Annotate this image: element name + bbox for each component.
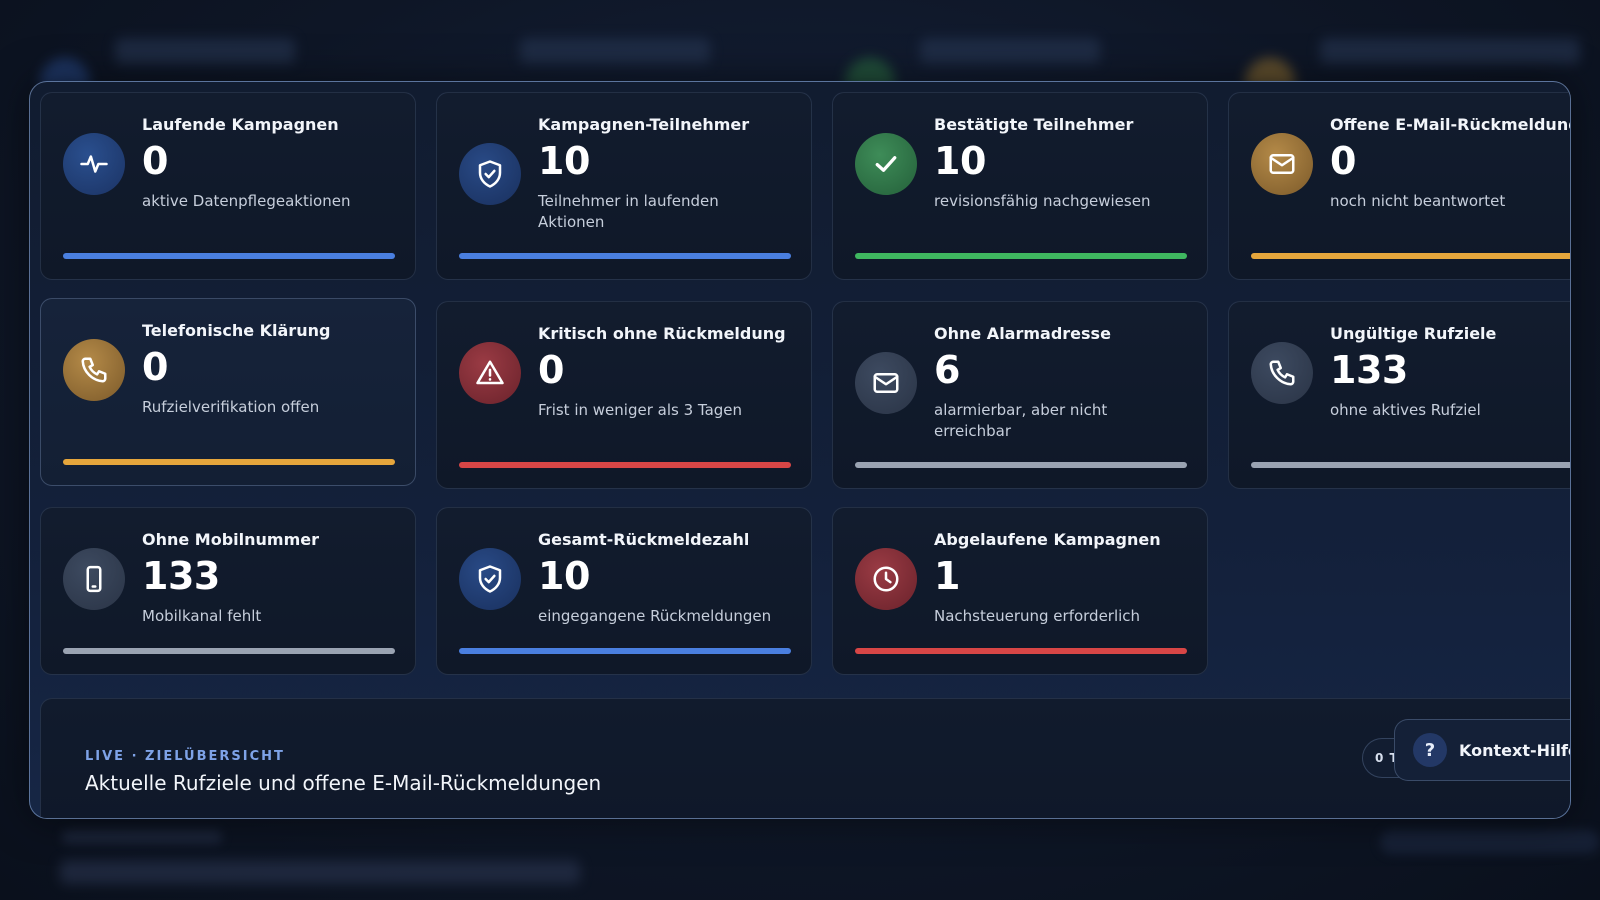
kpi-value: 0 <box>142 139 168 183</box>
kpi-card-ohne-mobilnummer[interactable]: Ohne Mobilnummer 133 Mobilkanal fehlt <box>40 507 416 675</box>
background-text-blurred <box>60 860 580 884</box>
kpi-title: Ohne Mobilnummer <box>142 530 320 549</box>
background-label-blurred <box>62 830 222 844</box>
phone-icon <box>1251 342 1313 404</box>
kpi-subtitle: ohne aktives Rufziel <box>1330 401 1481 419</box>
kpi-subtitle: Rufzielverifikation offen <box>142 398 320 416</box>
kpi-value: 0 <box>1330 139 1356 183</box>
checkmark-icon <box>855 133 917 195</box>
kpi-subtitle: alarmierbar, aber nicht erreichbar <box>934 401 1108 440</box>
kpi-bar <box>855 648 1187 654</box>
kpi-value: 6 <box>934 348 960 392</box>
kpi-value: 133 <box>142 554 220 598</box>
kpi-bar <box>459 253 791 259</box>
kpi-card-laufende-kampagnen[interactable]: Laufende Kampagnen 0 aktive Datenpflegea… <box>40 92 416 280</box>
kpi-subtitle: noch nicht beantwortet <box>1330 192 1506 210</box>
kpi-card-kampagnen-teilnehmer[interactable]: Kampagnen-Teilnehmer 10 Teilnehmer in la… <box>436 92 812 280</box>
kpi-title: Ohne Alarmadresse <box>934 324 1111 343</box>
live-target-overview: LIVE · ZIELÜBERSICHT Aktuelle Rufziele u… <box>40 698 1570 818</box>
kpi-card-gesamt-rueckmeldezahl[interactable]: Gesamt-Rückmeldezahl 10 eingegangene Rüc… <box>436 507 812 675</box>
kpi-panel: Laufende Kampagnen 0 aktive Datenpflegea… <box>29 81 1571 819</box>
mobile-phone-icon <box>63 548 125 610</box>
kpi-title: Ungültige Rufziele <box>1330 324 1497 343</box>
kpi-card-offene-email-rueckmeldungen[interactable]: Offene E-Mail-Rückmeldungen 0 noch nicht… <box>1228 92 1570 280</box>
kpi-bar <box>1251 462 1570 468</box>
kpi-card-ungueltige-rufziele[interactable]: Ungültige Rufziele 133 ohne aktives Rufz… <box>1228 301 1570 489</box>
kpi-bar <box>855 462 1187 468</box>
shield-check-icon <box>459 548 521 610</box>
kpi-value: 1 <box>934 554 960 598</box>
background-header-blurred <box>0 0 1600 88</box>
kpi-value: 0 <box>142 345 168 389</box>
help-icon: ? <box>1413 733 1447 767</box>
kpi-bar <box>63 253 395 259</box>
kpi-bar <box>459 462 791 468</box>
kpi-title: Kampagnen-Teilnehmer <box>538 115 750 134</box>
kpi-subtitle: Teilnehmer in laufenden Aktionen <box>538 192 719 231</box>
kpi-card-abgelaufene-kampagnen[interactable]: Abgelaufene Kampagnen 1 Nachsteuerung er… <box>832 507 1208 675</box>
kpi-subtitle: aktive Datenpflegeaktionen <box>142 192 351 210</box>
mail-icon <box>855 352 917 414</box>
mail-icon <box>1251 133 1313 195</box>
kpi-title: Offene E-Mail-Rückmeldungen <box>1330 115 1570 134</box>
clock-icon <box>855 548 917 610</box>
kpi-card-telefonische-klaerung[interactable]: Telefonische Klärung 0 Rufzielverifikati… <box>40 298 416 486</box>
kpi-title: Abgelaufene Kampagnen <box>934 530 1161 549</box>
kpi-value: 10 <box>934 139 986 183</box>
kpi-bar <box>855 253 1187 259</box>
kpi-card-kritisch-ohne-rueckmeldung[interactable]: Kritisch ohne Rückmeldung 0 Frist in wen… <box>436 301 812 489</box>
kpi-bar <box>459 648 791 654</box>
kpi-value: 10 <box>538 139 590 183</box>
activity-icon <box>63 133 125 195</box>
section-title: Aktuelle Rufziele und offene E-Mail-Rück… <box>85 771 602 795</box>
shield-check-icon <box>459 143 521 205</box>
phone-icon <box>63 339 125 401</box>
kpi-subtitle: revisionsfähig nachgewiesen <box>934 192 1151 210</box>
kpi-value: 10 <box>538 554 590 598</box>
kpi-value: 133 <box>1330 348 1408 392</box>
context-help-label: Kontext-Hilfe <box>1459 740 1571 760</box>
kpi-subtitle: eingegangene Rückmeldungen <box>538 607 772 625</box>
warning-icon <box>459 342 521 404</box>
kpi-subtitle: Mobilkanal fehlt <box>142 607 262 625</box>
kpi-value: 0 <box>538 348 564 392</box>
kpi-title: Gesamt-Rückmeldezahl <box>538 530 750 549</box>
kpi-title: Laufende Kampagnen <box>142 115 339 134</box>
kpi-title: Bestätigte Teilnehmer <box>934 115 1134 134</box>
kpi-subtitle: Frist in weniger als 3 Tagen <box>538 401 743 419</box>
kpi-title: Telefonische Klärung <box>142 321 331 340</box>
context-help-button[interactable]: ? Kontext-Hilfe <box>1394 719 1571 781</box>
kpi-card-ohne-alarmadresse[interactable]: Ohne Alarmadresse 6 alarmierbar, aber ni… <box>832 301 1208 489</box>
kpi-bar <box>63 459 395 465</box>
kpi-bar <box>1251 253 1570 259</box>
background-button-blurred <box>1380 830 1600 854</box>
kpi-bar <box>63 648 395 654</box>
section-kicker: LIVE · ZIELÜBERSICHT <box>85 749 285 764</box>
kpi-title: Kritisch ohne Rückmeldung <box>538 324 786 343</box>
kpi-card-bestaetigte-teilnehmer[interactable]: Bestätigte Teilnehmer 10 revisionsfähig … <box>832 92 1208 280</box>
kpi-subtitle: Nachsteuerung erforderlich <box>934 607 1141 625</box>
